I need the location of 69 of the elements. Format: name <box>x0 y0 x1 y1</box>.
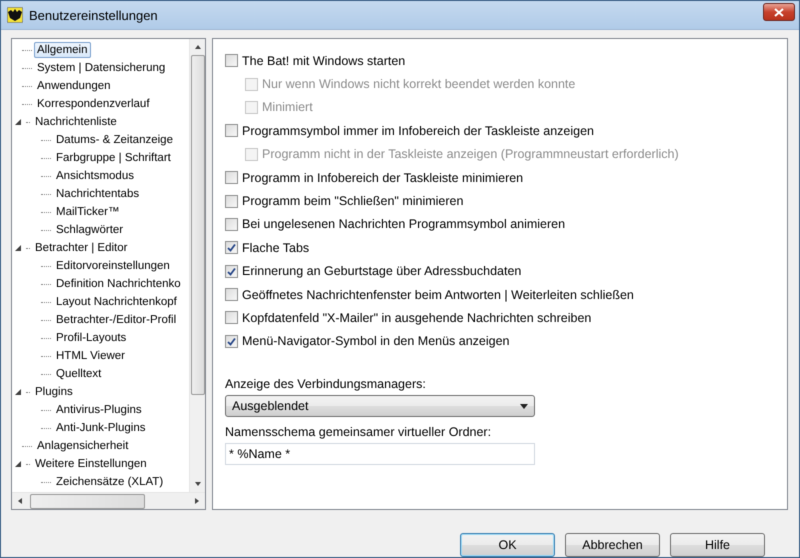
checkbox-label: Programm beim "Schließen" minimieren <box>242 194 464 208</box>
checkmark-icon <box>227 243 236 252</box>
tree-item[interactable]: Nachrichtenliste <box>32 114 120 130</box>
checkbox-label: Minimiert <box>262 100 313 114</box>
expanded-arrow-icon[interactable] <box>14 244 22 252</box>
dialog-button[interactable]: OK <box>460 533 555 557</box>
tree-item[interactable]: Antivirus-Plugins <box>53 402 145 418</box>
checkbox[interactable] <box>225 194 238 208</box>
tree-item[interactable]: HTML Viewer <box>53 348 128 364</box>
tree-item[interactable]: Ansichtsmodus <box>53 168 137 184</box>
checkbox-label: Geöffnetes Nachrichtenfenster beim Antworten | Weiterleiten schließen <box>242 288 634 302</box>
tree-item[interactable]: Anlagensicherheit <box>34 438 132 454</box>
tree-item[interactable]: Profil-Layouts <box>53 330 130 346</box>
checkbox-label: Menü-Navigator-Symbol in den Menüs anzeigen <box>242 334 510 348</box>
checkbox-label: Programm nicht in der Taskleiste anzeigen (Programmneustart erforderlich) <box>262 147 679 162</box>
tree-item[interactable]: Anti-Junk-Plugins <box>53 420 148 436</box>
checkbox-label: Programmsymbol immer im Infobereich der Taskleiste anzeigen <box>242 124 594 138</box>
checkmark-icon <box>227 336 236 346</box>
bat-logo-icon <box>7 7 23 23</box>
close-icon <box>774 8 784 16</box>
dropdown[interactable]: Ausgeblendet <box>225 395 535 418</box>
checkbox[interactable] <box>225 124 238 138</box>
field-label: Namensschema gemeinsamer virtueller Ordner: <box>225 425 492 440</box>
expanded-arrow-icon[interactable] <box>14 388 22 396</box>
tree-item[interactable]: Allgemein <box>34 42 90 58</box>
tree-item[interactable]: Datums- & Zeitanzeige <box>53 132 176 148</box>
checkbox[interactable] <box>225 218 238 231</box>
tree-item[interactable]: Plugins <box>32 384 76 400</box>
checkbox[interactable] <box>225 264 238 278</box>
expanded-arrow-icon[interactable] <box>14 460 22 468</box>
tree-item[interactable]: Betrachter-/Editor-Profil <box>53 312 180 328</box>
dropdown-arrow-icon <box>520 404 528 409</box>
tree-item[interactable]: Layout Nachrichtenkopf <box>53 294 180 310</box>
checkbox[interactable] <box>225 54 238 68</box>
input-field[interactable]: * %Name * <box>225 443 535 466</box>
vertical-scrollbar[interactable] <box>189 39 205 492</box>
checkbox-label: Erinnerung an Geburtstage über Adressbuchdaten <box>242 264 522 278</box>
tree-item[interactable]: Anwendungen <box>34 78 114 94</box>
checkbox[interactable] <box>225 171 238 184</box>
tree-item[interactable]: MailTicker™ <box>53 204 122 220</box>
checkbox[interactable] <box>225 241 238 254</box>
checkbox-label: Programm in Infobereich der Taskleiste minimieren <box>242 170 524 185</box>
window-title: Benutzereinstellungen <box>29 8 159 22</box>
tree-item[interactable]: Quelltext <box>53 366 104 382</box>
checkbox-label: Nur wenn Windows nicht korrekt beendet werden konnte <box>262 77 576 92</box>
tree-item[interactable]: Korrespondenzverlauf <box>34 96 153 112</box>
tree-item[interactable]: System | Datensicherung <box>34 60 168 76</box>
tree-item[interactable]: Nachrichtentabs <box>53 186 142 202</box>
tree-item[interactable]: Weitere Einstellungen <box>32 456 150 472</box>
checkbox[interactable] <box>225 288 238 302</box>
checkbox[interactable] <box>225 311 238 324</box>
checkbox-label: Flache Tabs <box>242 240 310 255</box>
tree-item[interactable]: Definition Nachrichtenko <box>53 276 184 292</box>
checkbox-label: Kopfdatenfeld "X-Mailer" in ausgehende Nachrichten schreiben <box>242 310 592 325</box>
dialog-button[interactable]: Hilfe <box>670 533 765 557</box>
field-label: Anzeige des Verbindungsmanagers: <box>225 377 427 392</box>
checkmark-icon <box>227 266 236 276</box>
close-button[interactable] <box>763 3 795 21</box>
tree-item[interactable]: Zeichensätze (XLAT) <box>53 474 166 490</box>
tree-item[interactable]: Editorvoreinstellungen <box>53 258 173 274</box>
dialog-button[interactable]: Abbrechen <box>565 533 660 557</box>
checkbox-label: Bei ungelesenen Nachrichten Programmsymbol animieren <box>242 217 566 232</box>
expanded-arrow-icon[interactable] <box>14 118 22 126</box>
tree-item[interactable]: Schlagwörter <box>53 222 126 238</box>
horizontal-scrollbar[interactable] <box>12 492 205 509</box>
checkbox[interactable] <box>225 334 238 348</box>
checkbox-label: The Bat! mit Windows starten <box>242 54 406 68</box>
tree-item[interactable]: Farbgruppe | Schriftart <box>53 150 174 166</box>
tree-item[interactable]: Betrachter | Editor <box>32 240 130 256</box>
